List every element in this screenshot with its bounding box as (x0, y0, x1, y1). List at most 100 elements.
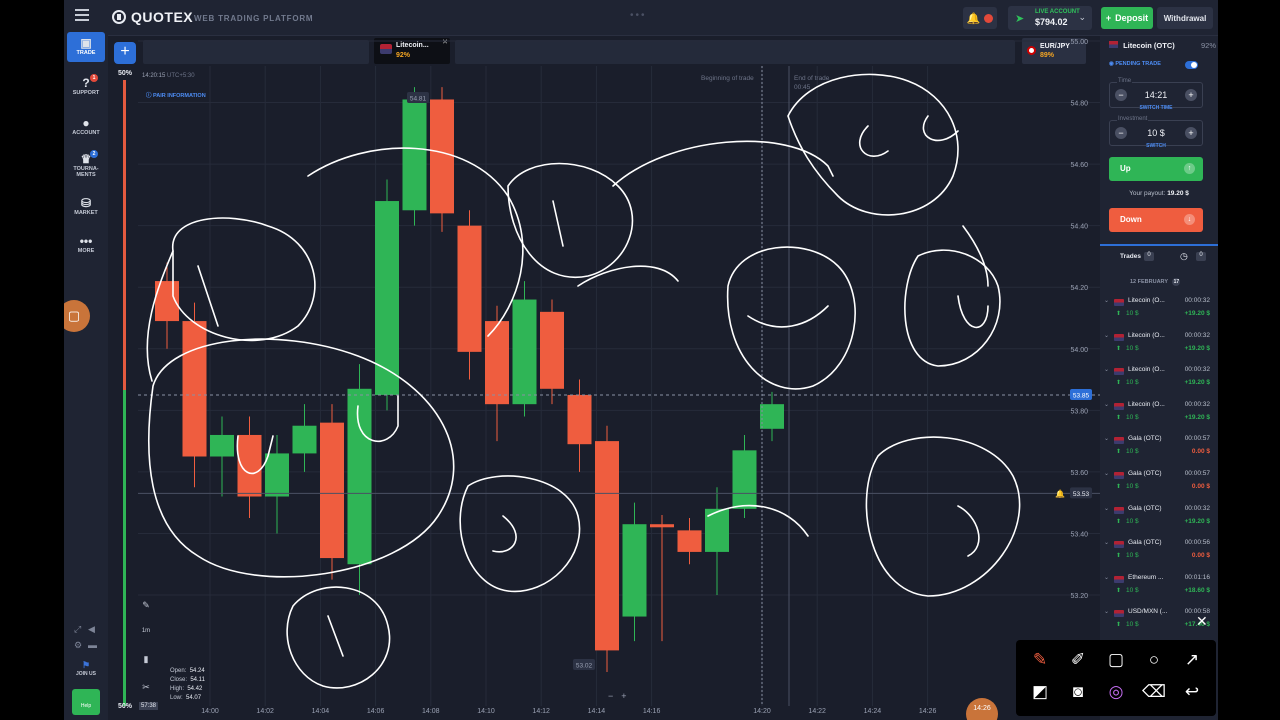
chart-icon: ▣ (80, 36, 92, 50)
scribble-stroke (787, 73, 959, 216)
trade-row[interactable]: ⌄ Gala (OTC) 00:00:57 ⬆ 10 $ 0.00 $ (1100, 430, 1218, 464)
sidebar-item-more[interactable]: ••• MORE (67, 234, 105, 254)
trade-row[interactable]: ⌄ Litecoin (O... 00:00:32 ⬆ 10 $ +19.20 $ (1100, 327, 1218, 361)
pending-trade-toggle[interactable] (1185, 61, 1198, 69)
pencil-icon[interactable]: ✎ (138, 600, 154, 614)
eraser-icon[interactable]: ⌫ (1142, 680, 1166, 704)
undo-icon[interactable]: ↩ (1180, 680, 1204, 704)
help-button[interactable]: Help (72, 689, 100, 715)
color-wheel-icon[interactable]: ◎ (1104, 680, 1128, 704)
date-header: 12 FEBRUARY 17 (1130, 278, 1181, 286)
account-balance: $794.02 (1035, 17, 1068, 27)
account-type: LIVE ACCOUNT (1035, 9, 1080, 15)
ohlc-high: High: 54.42 (170, 686, 203, 692)
candle (265, 453, 289, 497)
history-clock-icon[interactable]: ◷ (1180, 251, 1188, 262)
sidebar-item-label: ACCOUNT (72, 130, 100, 136)
chart-type-icon[interactable]: ▮ (138, 654, 154, 668)
checker-icon[interactable]: ◩ (1028, 680, 1052, 704)
menu-icon[interactable] (75, 9, 89, 21)
chevron-down-icon[interactable]: ⌄ (1104, 332, 1109, 339)
market-icon: ⛁ (80, 196, 92, 210)
scribble-stroke (726, 246, 856, 390)
trades-tabs: Trades 0 ◷ 0 (1100, 244, 1218, 266)
chart-area[interactable]: + Litecoin... 92% ✕ EUR/JPY 89% 55.00 54.… (108, 36, 1100, 720)
trade-row[interactable]: ⌄ Gala (OTC) 00:00:32 ⬆ 10 $ +19.20 $ (1100, 500, 1218, 534)
fullscreen-icon[interactable]: ⤢ (74, 624, 81, 635)
trade-row[interactable]: ⌄ Litecoin (O... 00:00:32 ⬆ 10 $ +19.20 $ (1100, 396, 1218, 430)
trades-count: 0 (1144, 252, 1154, 261)
up-button[interactable]: Up ↑ (1109, 157, 1203, 181)
investment-plus-button[interactable]: + (1185, 127, 1197, 139)
chevron-down-icon[interactable]: ⌄ (1104, 297, 1109, 304)
timeframe-button[interactable]: 1m (138, 628, 154, 642)
high-marker-tag: 54.81 (410, 96, 427, 103)
candle (567, 394, 592, 445)
sidebar-item-account[interactable]: ● ACCOUNT (67, 116, 105, 136)
trading-app: QUOTEX WEB TRADING PLATFORM ••• 🔔 ➤ LIVE… (64, 0, 1218, 720)
investment-label: Investment (1117, 116, 1149, 122)
close-draw-toolbar-icon[interactable]: ✕ (1196, 613, 1208, 630)
arrow-up-icon: ⬆ (1116, 587, 1122, 594)
brush-icon[interactable]: ✎ (1028, 648, 1052, 672)
time-label: Time (1117, 78, 1133, 84)
trade-row[interactable]: ⌄ Gala (OTC) 00:00:56 ⬆ 10 $ 0.00 $ (1100, 534, 1218, 568)
question-icon: ? (82, 76, 90, 90)
marker-icon[interactable]: ✐ (1066, 648, 1090, 672)
sidebar-item-support[interactable]: ? 1 SUPPORT (67, 74, 105, 96)
account-switcher[interactable]: ➤ LIVE ACCOUNT $794.02 ⌄ (1008, 6, 1092, 30)
chevron-down-icon[interactable]: ⌄ (1104, 366, 1109, 373)
chevron-down-icon[interactable]: ⌄ (1104, 539, 1109, 546)
trade-row[interactable]: ⌄ Litecoin (O... 00:00:32 ⬆ 10 $ +19.20 $ (1100, 361, 1218, 395)
zoom-controls[interactable]: −+ (608, 691, 635, 701)
time-field[interactable]: Time − 14:21 + SWITCH TIME (1109, 78, 1203, 111)
trade-payout: 0.00 $ (1191, 483, 1210, 490)
sidebar-item-trade[interactable]: ▣ TRADE (67, 32, 105, 62)
chevron-down-icon[interactable]: ⌄ (1104, 435, 1109, 442)
alert-bell-icon[interactable]: 🔔 (1055, 489, 1065, 498)
trade-asset: USD/MXN (... (1128, 608, 1168, 616)
deposit-button[interactable]: + Deposit (1101, 7, 1153, 29)
candle (677, 530, 702, 552)
chevron-down-icon[interactable]: ⌄ (1104, 470, 1109, 477)
join-us-link[interactable]: ⚑ JOIN US (70, 660, 102, 677)
asset-selector[interactable]: Litecoin (OTC) 92% (1109, 41, 1216, 50)
tab-trades[interactable]: Trades (1120, 253, 1141, 260)
trade-payout: +19.20 $ (1184, 310, 1210, 317)
investment-field[interactable]: Investment − 10 $ + SWITCH (1109, 116, 1203, 149)
arrow-icon[interactable]: ↗ (1180, 648, 1204, 672)
withdrawal-button[interactable]: Withdrawal (1157, 7, 1213, 29)
notification-badge (984, 13, 994, 23)
rectangle-icon[interactable]: ▢ (1104, 648, 1128, 672)
chevron-down-icon[interactable]: ⌄ (1104, 505, 1109, 512)
x-tick-label: 14:02 (256, 708, 274, 715)
flag-icon (1114, 299, 1124, 306)
pair-information-link[interactable]: ⓘ PAIR INFORMATION (146, 91, 206, 99)
payout-value: 19.20 $ (1167, 190, 1189, 197)
keyboard-icon[interactable]: ▬ (88, 640, 97, 650)
settings-icon[interactable]: ⚙ (74, 640, 82, 651)
scribble-stroke (286, 586, 391, 689)
candlestick-chart[interactable]: 55.00 54.80 54.60 54.40 54.20 54.00 53.80 53.60… (108, 36, 1100, 720)
trade-row[interactable]: ⌄ Gala (OTC) 00:00:57 ⬆ 10 $ 0.00 $ (1100, 465, 1218, 499)
time-plus-button[interactable]: + (1185, 89, 1197, 101)
switch-time-link[interactable]: SWITCH TIME (1110, 105, 1202, 111)
sidebar-item-tournaments[interactable]: ♛ 2 TOURNA-MENTS (67, 150, 105, 178)
candle (650, 524, 674, 528)
indicator-icon[interactable]: ✂ (138, 682, 154, 696)
trade-row[interactable]: ⌄ Ethereum ... 00:01:16 ⬆ 10 $ +18.60 $ (1100, 569, 1218, 603)
trade-payout: +18.60 $ (1184, 586, 1210, 594)
down-button[interactable]: Down ↓ (1109, 208, 1203, 232)
sidebar-item-market[interactable]: ⛁ MARKET (67, 196, 105, 216)
circle-icon[interactable]: ○ (1142, 648, 1166, 672)
trade-row[interactable]: ⌄ Litecoin (O... 00:00:32 ⬆ 10 $ +19.20 $ (1100, 292, 1218, 326)
sound-icon[interactable]: ◀ (88, 624, 95, 635)
notifications-button[interactable]: 🔔 (963, 7, 997, 29)
switch-link[interactable]: SWITCH (1110, 143, 1202, 149)
scribble-stroke (172, 217, 316, 342)
chevron-down-icon[interactable]: ⌄ (1104, 574, 1109, 581)
camera-icon[interactable]: ◙ (1066, 680, 1090, 704)
chevron-down-icon[interactable]: ⌄ (1104, 608, 1109, 615)
asset-percent: 92% (1201, 41, 1217, 50)
chevron-down-icon[interactable]: ⌄ (1104, 401, 1109, 408)
